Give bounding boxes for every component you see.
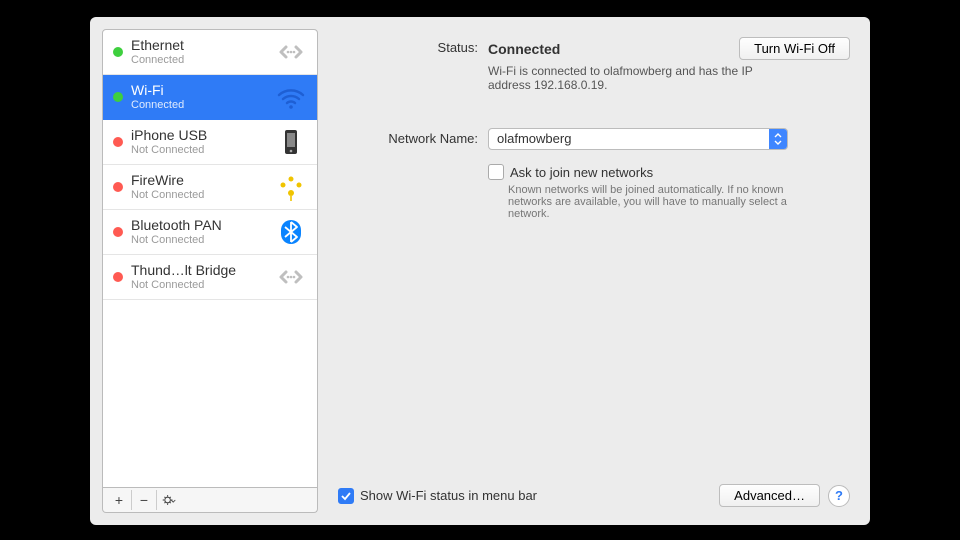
- status-description: Wi-Fi is connected to olafmowberg and ha…: [488, 64, 778, 92]
- status-dot: [113, 92, 123, 102]
- firewire-icon: [275, 171, 307, 203]
- status-dot: [113, 182, 123, 192]
- ask-join-checkbox[interactable]: [488, 164, 504, 180]
- help-button[interactable]: ?: [828, 485, 850, 507]
- sidebar-item-label: FireWire: [131, 173, 275, 188]
- sidebar-item-label: Wi-Fi: [131, 83, 275, 98]
- ask-join-help: Known networks will be joined automatica…: [508, 184, 798, 220]
- turn-wifi-off-button[interactable]: Turn Wi-Fi Off: [739, 37, 850, 60]
- sidebar-item-ethernet[interactable]: Ethernet Connected: [103, 30, 317, 75]
- status-dot: [113, 137, 123, 147]
- status-dot: [113, 272, 123, 282]
- status-dot: [113, 47, 123, 57]
- sidebar-item-label: Bluetooth PAN: [131, 218, 275, 233]
- status-label: Status:: [338, 37, 488, 55]
- bluetooth-icon: [275, 216, 307, 248]
- sidebar-item-sub: Not Connected: [131, 144, 275, 156]
- detail-panel: Status: Connected Turn Wi-Fi Off Wi-Fi i…: [318, 29, 858, 513]
- sidebar-item-sub: Not Connected: [131, 234, 275, 246]
- actions-menu-button[interactable]: [157, 490, 181, 510]
- sidebar: Ethernet Connected Wi-Fi Connected: [102, 29, 318, 513]
- show-menubar-label: Show Wi-Fi status in menu bar: [360, 488, 537, 503]
- sidebar-item-sub: Not Connected: [131, 189, 275, 201]
- sidebar-item-bluetooth-pan[interactable]: Bluetooth PAN Not Connected: [103, 210, 317, 255]
- wifi-icon: [275, 81, 307, 113]
- status-dot: [113, 227, 123, 237]
- network-name-label: Network Name:: [338, 128, 488, 146]
- sidebar-item-sub: Not Connected: [131, 279, 275, 291]
- status-value: Connected: [488, 41, 560, 57]
- advanced-button[interactable]: Advanced…: [719, 484, 820, 507]
- sidebar-item-sub: Connected: [131, 99, 275, 111]
- sidebar-item-sub: Connected: [131, 54, 275, 66]
- sidebar-footer: + −: [102, 488, 318, 513]
- network-name-select[interactable]: olafmowberg: [488, 128, 788, 150]
- sidebar-item-label: Ethernet: [131, 38, 275, 53]
- show-menubar-checkbox[interactable]: [338, 488, 354, 504]
- ask-join-label: Ask to join new networks: [510, 165, 653, 180]
- sidebar-item-label: Thund…lt Bridge: [131, 263, 275, 278]
- remove-interface-button[interactable]: −: [132, 490, 157, 510]
- gear-icon: [162, 493, 176, 507]
- thunderbolt-bridge-icon: [275, 261, 307, 293]
- sidebar-item-thunderbolt-bridge[interactable]: Thund…lt Bridge Not Connected: [103, 255, 317, 300]
- network-preferences-window: Ethernet Connected Wi-Fi Connected: [90, 17, 870, 525]
- select-caret-icon: [769, 129, 787, 149]
- sidebar-list: Ethernet Connected Wi-Fi Connected: [102, 29, 318, 488]
- sidebar-item-wifi[interactable]: Wi-Fi Connected: [103, 75, 317, 120]
- add-interface-button[interactable]: +: [107, 490, 132, 510]
- ethernet-icon: [275, 36, 307, 68]
- sidebar-item-label: iPhone USB: [131, 128, 275, 143]
- network-name-value: olafmowberg: [488, 128, 788, 150]
- sidebar-item-iphone-usb[interactable]: iPhone USB Not Connected: [103, 120, 317, 165]
- iphone-icon: [275, 126, 307, 158]
- bottom-bar: Show Wi-Fi status in menu bar Advanced… …: [338, 472, 850, 507]
- sidebar-item-firewire[interactable]: FireWire Not Connected: [103, 165, 317, 210]
